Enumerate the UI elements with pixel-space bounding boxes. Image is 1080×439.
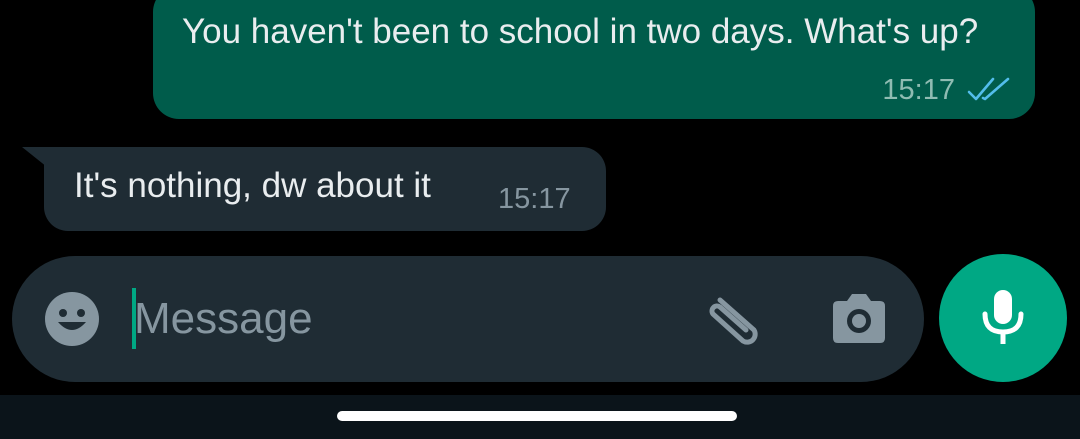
message-text: You haven't been to school in two days. … <box>182 12 979 51</box>
paperclip-icon[interactable] <box>702 290 768 350</box>
message-time: 15:17 <box>498 183 571 215</box>
microphone-icon <box>982 290 1024 344</box>
message-input[interactable] <box>134 286 694 352</box>
message-composer <box>12 256 924 382</box>
double-check-icon <box>967 77 1010 101</box>
incoming-message-bubble[interactable]: It's nothing, dw about it 15:17 <box>44 147 606 231</box>
voice-record-button[interactable] <box>939 254 1067 382</box>
navigation-bar <box>0 395 1080 439</box>
emoji-icon[interactable] <box>43 290 101 348</box>
message-time: 15:17 <box>882 74 955 106</box>
home-indicator[interactable] <box>337 411 737 421</box>
message-text: It's nothing, dw about it <box>74 166 431 205</box>
outgoing-message-bubble[interactable]: You haven't been to school in two days. … <box>153 0 1035 119</box>
camera-icon[interactable] <box>829 290 889 346</box>
